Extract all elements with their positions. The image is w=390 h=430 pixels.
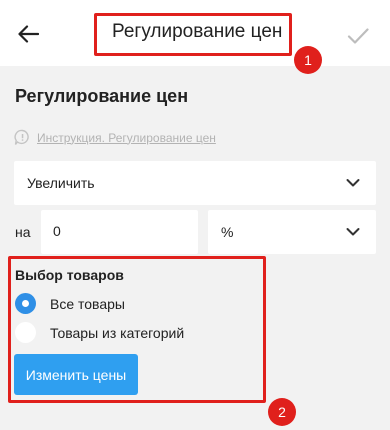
direction-select-value: Увеличить xyxy=(27,175,95,191)
highlight-box-1 xyxy=(94,13,292,56)
instruction-link[interactable]: Инструкция. Регулирование цен xyxy=(14,129,216,146)
amount-label: на xyxy=(15,224,31,240)
highlight-box-2 xyxy=(8,256,266,403)
unit-select-value: % xyxy=(221,224,234,240)
amount-input[interactable]: 0 xyxy=(41,210,198,254)
annotation-badge-2: 2 xyxy=(268,398,296,426)
amount-input-value: 0 xyxy=(53,223,61,239)
chevron-down-icon xyxy=(346,228,360,236)
annotation-badge-1: 1 xyxy=(294,46,322,74)
direction-select[interactable]: Увеличить xyxy=(14,161,376,205)
checkmark-icon xyxy=(347,28,369,44)
confirm-button[interactable] xyxy=(342,20,374,52)
section-title: Регулирование цен xyxy=(15,86,189,106)
instruction-link-text: Инструкция. Регулирование цен xyxy=(37,130,216,145)
chevron-down-icon xyxy=(346,179,360,187)
unit-select[interactable]: % xyxy=(208,210,376,254)
help-bubble-icon xyxy=(14,129,29,145)
arrow-left-icon xyxy=(18,25,39,43)
back-button[interactable] xyxy=(12,18,44,50)
